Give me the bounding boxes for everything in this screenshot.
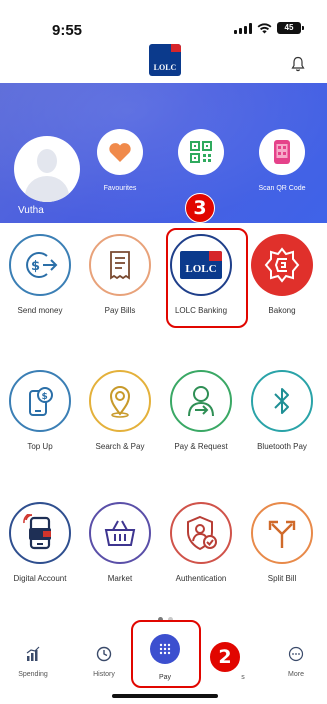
pay-request-label: Pay & Request [174, 442, 228, 451]
nav-history[interactable]: History [79, 646, 129, 678]
bluetooth-pay-label: Bluetooth Pay [257, 442, 307, 451]
send-money-icon: $ [26, 252, 58, 278]
top-up-circle: $ [9, 370, 71, 432]
authentication-label: Authentication [175, 574, 227, 583]
basket-icon [104, 520, 136, 546]
svg-text:$: $ [42, 392, 48, 402]
send-money-circle: $ [9, 234, 71, 296]
split-arrow-icon [268, 520, 296, 548]
avatar[interactable] [14, 136, 80, 202]
lolc-banking-highlight [166, 228, 248, 328]
nav-more-label: More [288, 671, 304, 678]
svg-text:$: $ [31, 259, 40, 274]
market-tile[interactable]: Market [85, 502, 155, 583]
nav-more[interactable]: More [271, 646, 321, 678]
nav-history-label: History [93, 671, 115, 678]
chart-icon [26, 646, 40, 661]
step-two-badge: 2 [209, 641, 241, 673]
scan-qr-label: Scan QR Code [258, 185, 306, 192]
split-bill-label: Split Bill [267, 574, 297, 583]
nav-partial-label: s [241, 674, 245, 681]
split-bill-circle [251, 502, 313, 564]
bluetooth-icon [274, 388, 289, 414]
nav-spending-label: Spending [18, 671, 48, 678]
clock-icon [96, 646, 112, 662]
profile-banner: Vutha Favourites Scan QR Code [0, 83, 327, 223]
system-icons: 45 [234, 22, 304, 34]
bakong-circle [251, 234, 313, 296]
bluetooth-pay-tile[interactable]: Bluetooth Pay [247, 370, 317, 451]
bluetooth-pay-circle [251, 370, 313, 432]
scan-qr-icon [274, 140, 290, 164]
step-three-badge: 3 [185, 193, 215, 223]
send-money-label: Send money [17, 306, 63, 315]
home-indicator [112, 694, 218, 698]
market-label: Market [107, 574, 133, 583]
favourites-button[interactable] [97, 129, 143, 175]
favourites-label: Favourites [103, 185, 137, 192]
pay-request-circle [170, 370, 232, 432]
scan-qr-button[interactable] [259, 129, 305, 175]
digital-account-circle [9, 502, 71, 564]
notification-bell-icon[interactable] [291, 56, 305, 72]
search-pay-tile[interactable]: Search & Pay [85, 370, 155, 451]
digital-account-label: Digital Account [13, 574, 67, 583]
pay-highlight [131, 620, 201, 688]
pay-bills-label: Pay Bills [104, 306, 136, 315]
status-bar: 9:55 45 [0, 0, 327, 40]
split-bill-tile[interactable]: Split Bill [247, 502, 317, 583]
wallet-phone-icon [23, 514, 51, 550]
wifi-icon [257, 22, 272, 33]
location-pin-icon [109, 386, 131, 418]
search-pay-circle [89, 370, 151, 432]
authentication-tile[interactable]: Authentication [166, 502, 236, 583]
bill-icon [110, 251, 130, 280]
top-up-label: Top Up [27, 442, 53, 451]
my-qr-button[interactable] [178, 129, 224, 175]
search-pay-label: Search & Pay [95, 442, 145, 451]
bakong-tile[interactable]: Bakong [247, 234, 317, 315]
shield-user-icon [187, 515, 217, 551]
lolc-logo: LOLC [149, 44, 181, 76]
top-up-tile[interactable]: $ Top Up [5, 370, 75, 451]
bakong-icon [264, 247, 300, 283]
top-up-icon: $ [29, 387, 53, 416]
digital-account-tile[interactable]: Digital Account [5, 502, 75, 583]
heart-icon [109, 143, 131, 162]
qr-code-icon [190, 141, 212, 163]
signal-icon [234, 22, 252, 34]
nav-spending[interactable]: Spending [8, 646, 58, 678]
pay-request-tile[interactable]: Pay & Request [166, 370, 236, 451]
clock-time: 9:55 [52, 22, 83, 39]
pay-bills-circle [89, 234, 151, 296]
bakong-label: Bakong [268, 306, 296, 315]
profile-name: Vutha [18, 205, 44, 216]
person-arrow-icon [188, 386, 214, 417]
pay-bills-tile[interactable]: Pay Bills [85, 234, 155, 315]
authentication-circle [170, 502, 232, 564]
more-icon [288, 646, 304, 662]
send-money-tile[interactable]: $ Send money [5, 234, 75, 315]
market-circle [89, 502, 151, 564]
battery-icon: 45 [277, 22, 304, 34]
